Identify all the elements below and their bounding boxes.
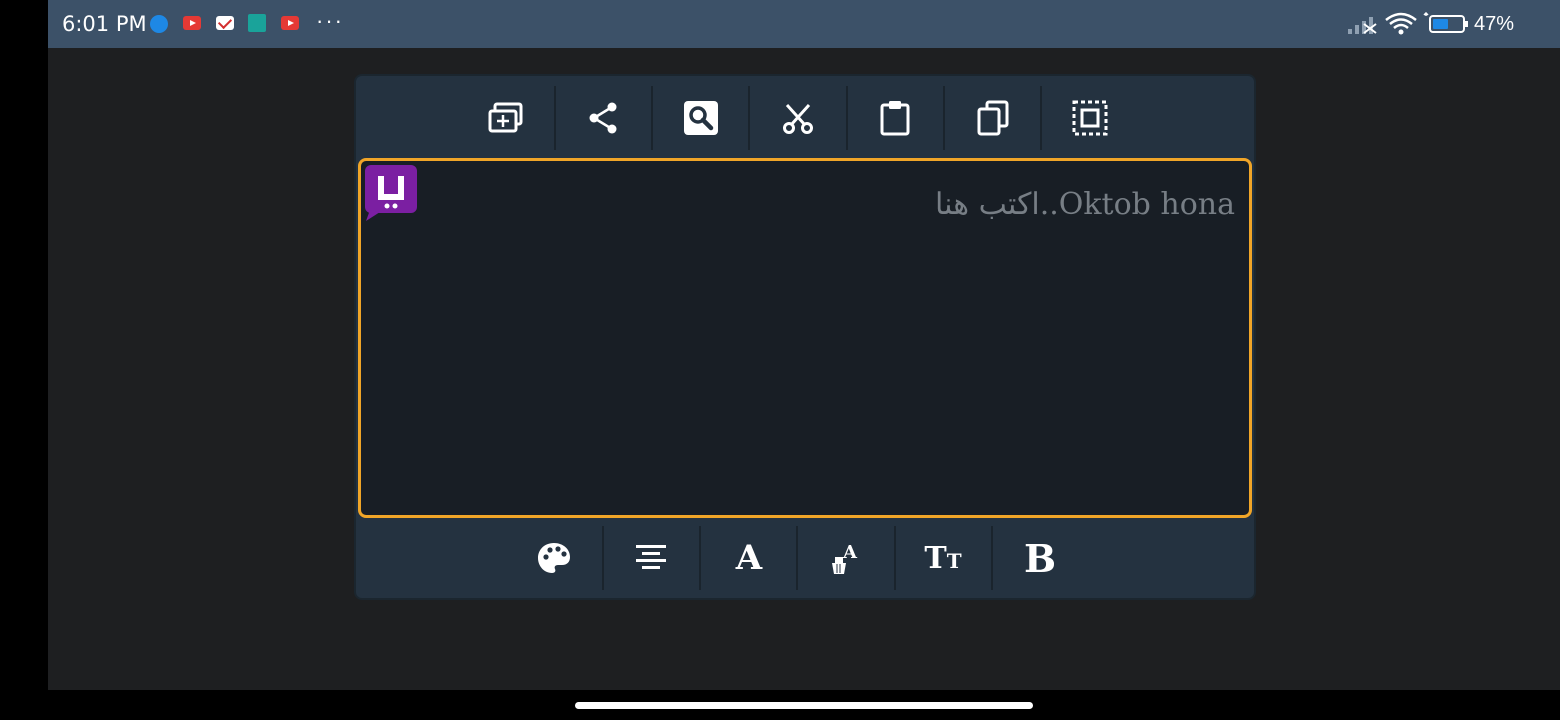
messenger-icon — [150, 15, 168, 33]
paste-button[interactable] — [847, 86, 943, 150]
copy-icon — [977, 100, 1009, 136]
left-black-strip — [0, 0, 48, 720]
copy-button[interactable] — [945, 86, 1041, 150]
text-color-icon: A — [832, 542, 858, 574]
battery-percent: 47% — [1474, 13, 1515, 35]
editor-placeholder: اكتب هنا..Oktob hona — [935, 187, 1235, 222]
wifi-icon — [1385, 12, 1417, 35]
text-editor[interactable]: اكتب هنا..Oktob hona — [358, 158, 1252, 518]
battery-icon — [1423, 12, 1468, 33]
svg-text:A: A — [842, 542, 858, 563]
search-button[interactable] — [653, 86, 749, 150]
share-button[interactable] — [555, 86, 651, 150]
status-time: 6:01 PM — [62, 12, 147, 36]
font-icon: A — [735, 538, 763, 578]
font-button[interactable]: A — [701, 526, 797, 590]
paste-icon — [880, 101, 910, 136]
new-window-icon — [488, 102, 523, 133]
signal-icon — [1348, 17, 1377, 34]
bottom-toolbar: A A TT B — [356, 520, 1254, 600]
text-size-button[interactable]: TT — [895, 526, 991, 590]
text-size-icon: TT — [924, 540, 962, 576]
select-all-icon — [1072, 100, 1108, 136]
bold-button[interactable]: B — [992, 526, 1088, 590]
app-notification-icon — [248, 14, 266, 32]
home-indicator[interactable] — [575, 702, 1033, 709]
search-icon — [684, 101, 718, 135]
youtube-icon — [183, 16, 201, 30]
align-center-button[interactable] — [603, 526, 699, 590]
text-color-button[interactable]: A — [798, 526, 894, 590]
gmail-icon — [216, 16, 234, 30]
palette-button[interactable] — [506, 526, 602, 590]
editor-card: اكتب هنا..Oktob hona A A TT B — [354, 74, 1256, 600]
cut-icon — [783, 103, 813, 134]
palette-icon — [538, 543, 570, 573]
new-window-button[interactable] — [458, 86, 554, 150]
select-all-button[interactable] — [1042, 86, 1138, 150]
app-screen: 6:01 PM ··· 47% اكتب هنا..Oktob hona A A… — [48, 0, 1560, 690]
top-toolbar — [356, 76, 1254, 160]
cut-button[interactable] — [750, 86, 846, 150]
align-center-icon — [636, 545, 666, 569]
youtube-icon — [281, 16, 299, 30]
app-logo — [364, 164, 420, 222]
share-icon — [589, 102, 617, 134]
status-bar: 6:01 PM ··· 47% — [48, 0, 1560, 48]
app-logo-icon — [365, 165, 417, 221]
bold-icon: B — [1023, 535, 1057, 581]
more-notifications-icon: ··· — [316, 8, 344, 33]
